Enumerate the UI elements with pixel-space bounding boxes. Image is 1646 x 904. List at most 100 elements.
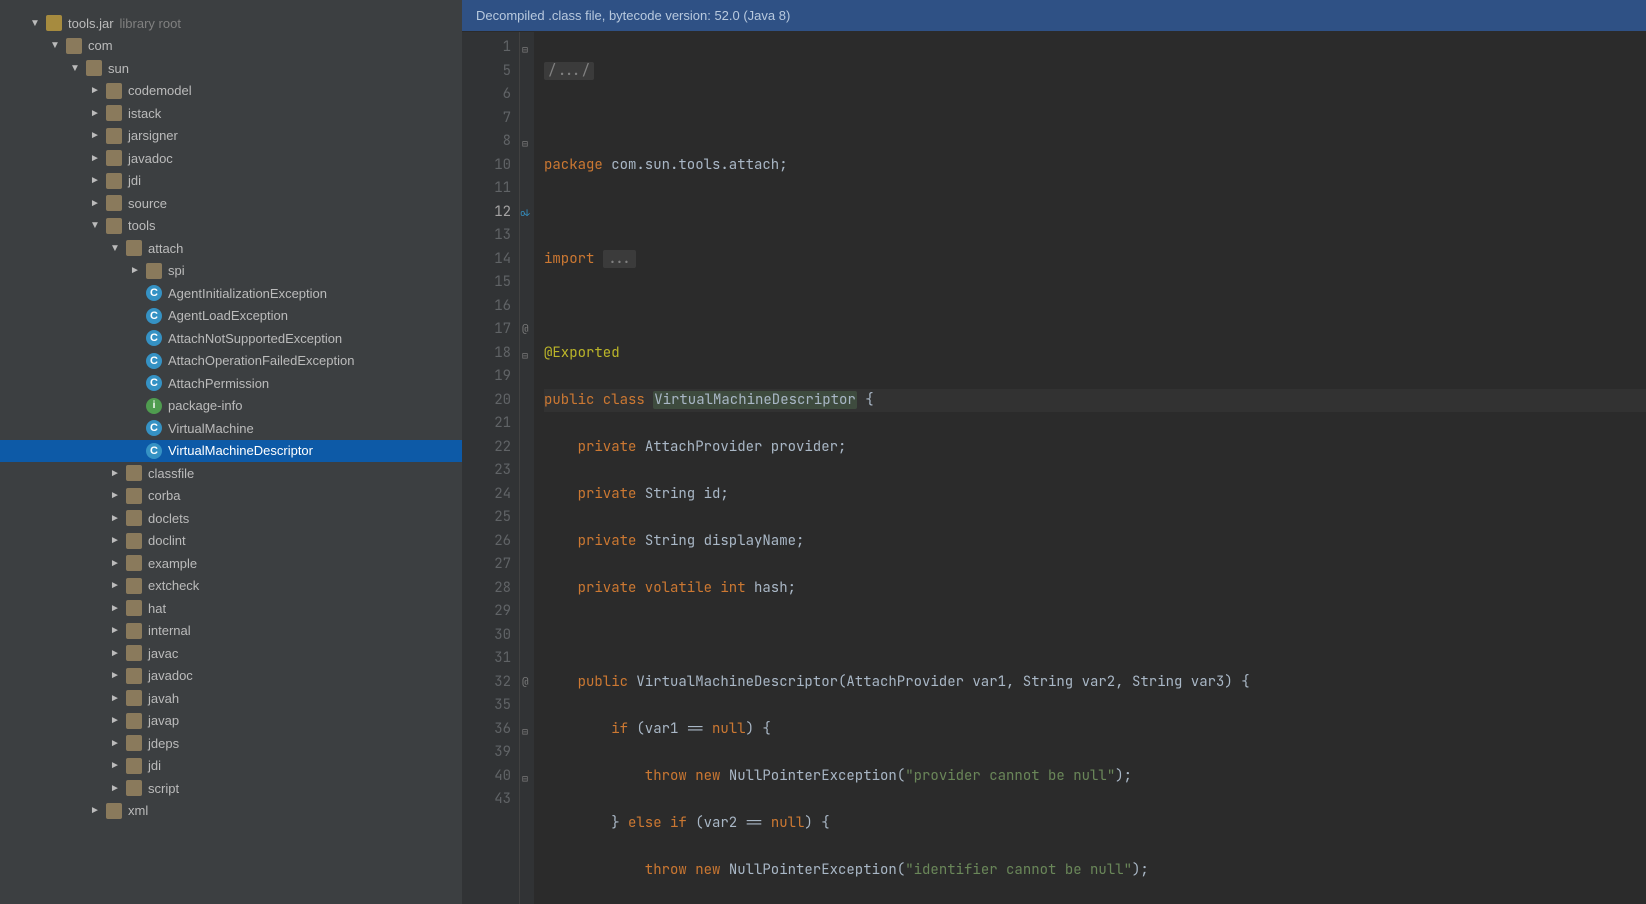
tree-node-internal[interactable]: internal	[0, 620, 462, 643]
chevron-right-icon[interactable]	[110, 715, 120, 726]
chevron-down-icon[interactable]	[90, 220, 100, 231]
line-number[interactable]: 40	[462, 765, 511, 789]
fold-toggle-icon[interactable]	[520, 318, 534, 342]
chevron-right-icon[interactable]	[90, 805, 100, 816]
fold-toggle-icon[interactable]	[520, 201, 534, 225]
tree-node-attachpermission[interactable]: CAttachPermission	[0, 372, 462, 395]
chevron-right-icon[interactable]	[90, 130, 100, 141]
chevron-right-icon[interactable]	[110, 603, 120, 614]
line-number[interactable]: 39	[462, 741, 511, 765]
chevron-right-icon[interactable]	[90, 175, 100, 186]
line-number[interactable]: 18	[462, 342, 511, 366]
tree-node-agentinitializationexception[interactable]: CAgentInitializationException	[0, 282, 462, 305]
chevron-right-icon[interactable]	[110, 558, 120, 569]
tree-node-tools[interactable]: tools	[0, 215, 462, 238]
tree-node-istack[interactable]: istack	[0, 102, 462, 125]
chevron-right-icon[interactable]	[90, 108, 100, 119]
chevron-down-icon[interactable]	[30, 18, 40, 29]
chevron-right-icon[interactable]	[110, 693, 120, 704]
tree-node-script[interactable]: script	[0, 777, 462, 800]
fold-toggle-icon[interactable]	[520, 36, 534, 60]
tree-node-virtualmachine[interactable]: CVirtualMachine	[0, 417, 462, 440]
fold-toggle-icon[interactable]	[520, 130, 534, 154]
fold-toggle-icon[interactable]	[520, 342, 534, 366]
chevron-down-icon[interactable]	[70, 63, 80, 74]
tree-node-extcheck[interactable]: extcheck	[0, 575, 462, 598]
line-number[interactable]: 22	[462, 436, 511, 460]
line-number[interactable]: 14	[462, 248, 511, 272]
line-number[interactable]: 35	[462, 694, 511, 718]
tree-node-hat[interactable]: hat	[0, 597, 462, 620]
line-number[interactable]: 12	[462, 201, 511, 225]
line-number[interactable]: 23	[462, 459, 511, 483]
line-number[interactable]: 21	[462, 412, 511, 436]
tree-node-jdi[interactable]: jdi	[0, 170, 462, 193]
tree-node-attachnotsupportedexception[interactable]: CAttachNotSupportedException	[0, 327, 462, 350]
line-number[interactable]: 36	[462, 718, 511, 742]
line-number[interactable]: 17	[462, 318, 511, 342]
chevron-right-icon[interactable]	[110, 670, 120, 681]
code-text[interactable]: /.../ package com.sun.tools.attach; impo…	[534, 32, 1646, 904]
chevron-right-icon[interactable]	[110, 490, 120, 501]
tree-node-agentloadexception[interactable]: CAgentLoadException	[0, 305, 462, 328]
fold-imports[interactable]: ...	[603, 250, 636, 268]
chevron-right-icon[interactable]	[110, 468, 120, 479]
chevron-right-icon[interactable]	[90, 198, 100, 209]
tree-node-spi[interactable]: spi	[0, 260, 462, 283]
tree-node-jarsigner[interactable]: jarsigner	[0, 125, 462, 148]
tree-node-javac[interactable]: javac	[0, 642, 462, 665]
code-area[interactable]: 1567810111213141516171819202122232425262…	[462, 32, 1646, 904]
tree-node-doclint[interactable]: doclint	[0, 530, 462, 553]
chevron-right-icon[interactable]	[110, 580, 120, 591]
chevron-right-icon[interactable]	[90, 153, 100, 164]
chevron-right-icon[interactable]	[110, 625, 120, 636]
fold-gutter[interactable]	[520, 32, 534, 904]
line-number[interactable]: 28	[462, 577, 511, 601]
fold-toggle-icon[interactable]	[520, 671, 534, 695]
tree-node-sun[interactable]: sun	[0, 57, 462, 80]
project-tree[interactable]: tools.jarlibrary rootcomsuncodemodelista…	[0, 0, 462, 904]
chevron-down-icon[interactable]	[50, 40, 60, 51]
chevron-right-icon[interactable]	[110, 535, 120, 546]
chevron-right-icon[interactable]	[130, 265, 140, 276]
tree-node-doclets[interactable]: doclets	[0, 507, 462, 530]
chevron-right-icon[interactable]	[110, 513, 120, 524]
chevron-down-icon[interactable]	[110, 243, 120, 254]
line-number[interactable]: 7	[462, 107, 511, 131]
line-number[interactable]: 20	[462, 389, 511, 413]
line-number[interactable]: 10	[462, 154, 511, 178]
tree-node-attach[interactable]: attach	[0, 237, 462, 260]
tree-node-classfile[interactable]: classfile	[0, 462, 462, 485]
tree-node-package-info[interactable]: ipackage-info	[0, 395, 462, 418]
tree-node-tools-jar[interactable]: tools.jarlibrary root	[0, 12, 462, 35]
tree-node-javah[interactable]: javah	[0, 687, 462, 710]
chevron-right-icon[interactable]	[110, 760, 120, 771]
line-number[interactable]: 19	[462, 365, 511, 389]
line-number[interactable]: 29	[462, 600, 511, 624]
tree-node-attachoperationfailedexception[interactable]: CAttachOperationFailedException	[0, 350, 462, 373]
fold-toggle-icon[interactable]	[520, 718, 534, 742]
chevron-right-icon[interactable]	[110, 738, 120, 749]
line-number[interactable]: 6	[462, 83, 511, 107]
line-number[interactable]: 15	[462, 271, 511, 295]
line-number[interactable]: 32	[462, 671, 511, 695]
tree-node-javadoc[interactable]: javadoc	[0, 147, 462, 170]
line-number[interactable]: 11	[462, 177, 511, 201]
line-number[interactable]: 26	[462, 530, 511, 554]
fold-toggle-icon[interactable]	[520, 765, 534, 789]
tree-node-corba[interactable]: corba	[0, 485, 462, 508]
line-number[interactable]: 30	[462, 624, 511, 648]
tree-node-source[interactable]: source	[0, 192, 462, 215]
line-number[interactable]: 27	[462, 553, 511, 577]
tree-node-javadoc[interactable]: javadoc	[0, 665, 462, 688]
line-number[interactable]: 8	[462, 130, 511, 154]
chevron-right-icon[interactable]	[90, 85, 100, 96]
chevron-right-icon[interactable]	[110, 648, 120, 659]
fold-region[interactable]: /.../	[544, 62, 594, 80]
tree-node-javap[interactable]: javap	[0, 710, 462, 733]
tree-node-virtualmachinedescriptor[interactable]: CVirtualMachineDescriptor	[0, 440, 462, 463]
tree-node-codemodel[interactable]: codemodel	[0, 80, 462, 103]
line-number[interactable]: 13	[462, 224, 511, 248]
line-number[interactable]: 1	[462, 36, 511, 60]
tree-node-com[interactable]: com	[0, 35, 462, 58]
